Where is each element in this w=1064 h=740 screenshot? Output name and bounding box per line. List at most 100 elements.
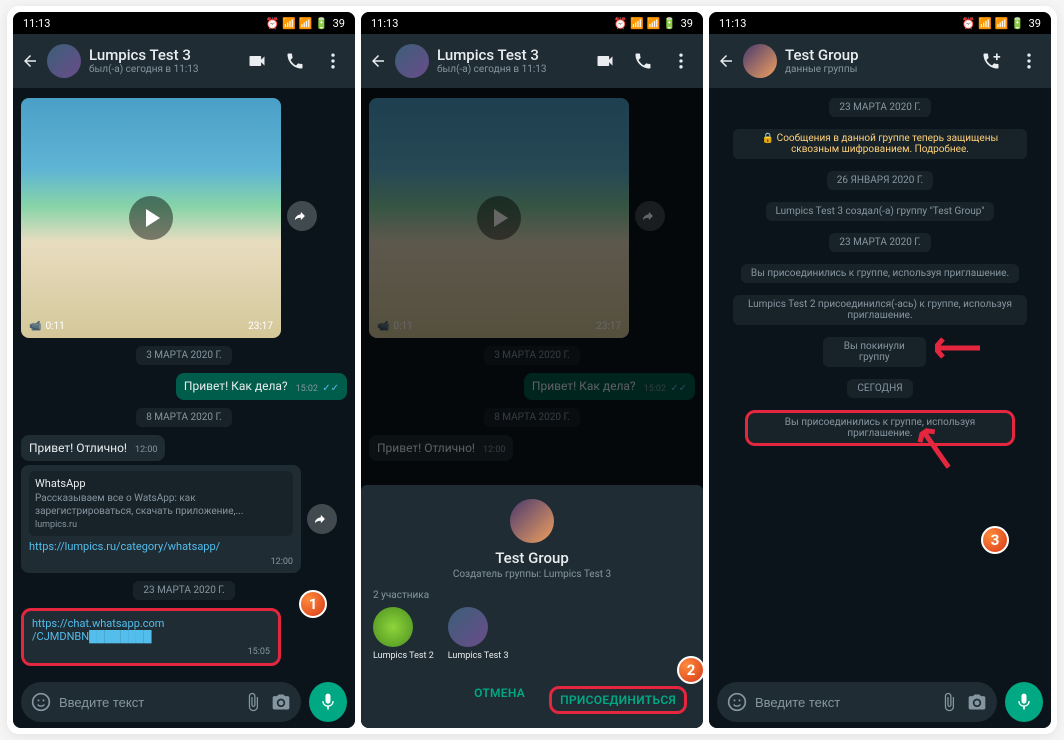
emoji-icon[interactable] — [31, 692, 51, 712]
invite-link-message[interactable]: https://chat.whatsapp.com/CJMDNBN███████… — [21, 608, 281, 666]
forward-button[interactable] — [307, 504, 337, 534]
cancel-button[interactable]: ОТМЕНА — [474, 686, 525, 714]
date-pill: 23 МАРТА 2020 Г. — [829, 98, 930, 117]
outgoing-message[interactable]: Привет! Как дела? 15:02 ✓✓ — [176, 373, 347, 400]
join-button[interactable]: ПРИСОЕДИНИТЬСЯ — [549, 686, 687, 714]
chat-title-area[interactable]: Test Group данные группы — [785, 46, 973, 76]
message-input[interactable] — [59, 695, 235, 710]
status-icons: ⏰ 📶 📶 🔋39 — [614, 17, 693, 30]
system-message-joined: Вы присоединились к группе, используя пр… — [745, 410, 1015, 446]
date-pill: 23 МАРТА 2020 Г. — [829, 233, 930, 252]
voice-call-icon[interactable] — [633, 51, 653, 71]
clock: 11:13 — [23, 17, 50, 30]
video-call-icon[interactable] — [247, 51, 267, 71]
date-pill: СЕГОДНЯ — [847, 379, 912, 398]
date-pill: 23 МАРТА 2020 Г. — [133, 581, 234, 600]
input-bar — [709, 676, 1051, 728]
video-duration: 📹 0:11 — [29, 321, 65, 332]
step-marker-3: 3 — [981, 526, 1009, 554]
avatar[interactable] — [47, 44, 81, 78]
system-message: Lumpics Test 3 создал(-а) группу "Test G… — [766, 202, 995, 221]
group-avatar — [510, 499, 554, 543]
group-subtitle: данные группы — [785, 64, 973, 76]
group-name: Test Group — [785, 46, 973, 64]
status-bar: 11:13 ⏰ 📶 📶 🔋39 — [13, 12, 355, 34]
join-group-sheet: Test Group Создатель группы: Lumpics Tes… — [361, 485, 703, 728]
message-input-box[interactable] — [717, 682, 997, 722]
last-seen: был(-а) сегодня в 11:13 — [89, 64, 239, 76]
group-messages: 23 МАРТА 2020 Г. 🔒 Сообщения в данной гр… — [709, 88, 1051, 676]
link-message[interactable]: WhatsApp Рассказываем все о WatsApp: как… — [21, 465, 301, 573]
arrow-indicator — [935, 333, 995, 363]
chat-appbar: Lumpics Test 3 был(-а) сегодня в 11:13 — [361, 34, 703, 88]
participant-list: Lumpics Test 2 Lumpics Test 3 — [373, 607, 691, 662]
date-pill: 8 МАРТА 2020 Г. — [136, 408, 232, 427]
encryption-notice[interactable]: 🔒 Сообщения в данной группе теперь защищ… — [733, 129, 1026, 159]
link-url[interactable]: https://lumpics.ru/category/whatsapp/ — [29, 540, 293, 553]
system-message: Lumpics Test 2 присоединился(-ась) к гру… — [733, 295, 1026, 325]
step-marker-1: 1 — [299, 590, 327, 618]
more-icon[interactable] — [323, 51, 343, 71]
input-bar — [13, 676, 355, 728]
link-preview-title: WhatsApp — [35, 477, 287, 490]
video-message[interactable]: 📹 0:11 23:17 — [21, 98, 281, 338]
chat-title-area[interactable]: Lumpics Test 3 был(-а) сегодня в 11:13 — [437, 46, 587, 76]
play-icon[interactable] — [129, 196, 173, 240]
chat-name: Lumpics Test 3 — [89, 46, 239, 64]
back-icon[interactable] — [369, 52, 387, 70]
status-bar: 11:13 ⏰ 📶 📶 🔋39 — [709, 12, 1051, 34]
status-icons: ⏰ 📶 📶 🔋39 — [962, 17, 1041, 30]
group-avatar[interactable] — [743, 44, 777, 78]
message-input[interactable] — [755, 695, 931, 710]
mic-button[interactable] — [309, 682, 347, 722]
link-preview-domain: lumpics.ru — [35, 520, 287, 530]
chat-title-area[interactable]: Lumpics Test 3 был(-а) сегодня в 11:13 — [89, 46, 239, 76]
status-icons: ⏰ 📶 📶 🔋39 — [266, 17, 345, 30]
participant-avatar — [448, 607, 488, 647]
phone-screen-3: 11:13 ⏰ 📶 📶 🔋39 Test Group данные группы… — [709, 12, 1051, 728]
forward-button[interactable] — [287, 201, 317, 231]
back-icon[interactable] — [717, 52, 735, 70]
attach-icon[interactable] — [243, 692, 263, 712]
step-marker-2: 2 — [677, 656, 703, 684]
link-preview-desc: Рассказываем все о WatsApp: как зарегист… — [35, 492, 287, 518]
group-name: Test Group — [373, 549, 691, 567]
participant-avatar — [373, 607, 413, 647]
attach-icon[interactable] — [939, 692, 959, 712]
last-seen: был(-а) сегодня в 11:13 — [437, 64, 587, 76]
camera-icon[interactable] — [967, 692, 987, 712]
incoming-message[interactable]: Привет! Отлично!12:00 — [21, 435, 165, 461]
more-icon[interactable] — [1019, 51, 1039, 71]
date-pill: 3 МАРТА 2020 Г. — [136, 346, 232, 365]
system-message-left: Вы покинули группу — [823, 337, 926, 367]
more-icon[interactable] — [671, 51, 691, 71]
group-creator: Создатель группы: Lumpics Test 3 — [373, 569, 691, 580]
tutorial-frame: 11:13 ⏰ 📶 📶 🔋39 Lumpics Test 3 был(-а) с… — [7, 6, 1057, 734]
voice-call-icon[interactable] — [285, 51, 305, 71]
chat-messages: 📹 0:11 23:17 3 МАРТА 2020 Г. Привет! Как… — [361, 88, 703, 728]
clock: 11:13 — [719, 17, 746, 30]
phone-screen-1: 11:13 ⏰ 📶 📶 🔋39 Lumpics Test 3 был(-а) с… — [13, 12, 355, 728]
chat-appbar: Lumpics Test 3 был(-а) сегодня в 11:13 — [13, 34, 355, 88]
message-input-box[interactable] — [21, 682, 301, 722]
back-icon[interactable] — [21, 52, 39, 70]
invite-link[interactable]: https://chat.whatsapp.com/CJMDNBN███████… — [32, 617, 270, 643]
chat-name: Lumpics Test 3 — [437, 46, 587, 64]
participant-count: 2 участника — [373, 590, 691, 601]
date-pill: 26 ЯНВАРЯ 2020 Г. — [827, 171, 933, 190]
clock: 11:13 — [371, 17, 398, 30]
chat-messages: 📹 0:11 23:17 3 МАРТА 2020 Г. Привет! Как… — [13, 88, 355, 676]
camera-icon[interactable] — [271, 692, 291, 712]
add-call-icon[interactable] — [981, 51, 1001, 71]
participant[interactable]: Lumpics Test 3 — [448, 607, 509, 662]
mic-button[interactable] — [1005, 682, 1043, 722]
emoji-icon[interactable] — [727, 692, 747, 712]
participant[interactable]: Lumpics Test 2 — [373, 607, 434, 662]
phone-screen-2: 11:13 ⏰ 📶 📶 🔋39 Lumpics Test 3 был(-а) с… — [361, 12, 703, 728]
video-call-icon[interactable] — [595, 51, 615, 71]
status-bar: 11:13 ⏰ 📶 📶 🔋39 — [361, 12, 703, 34]
avatar[interactable] — [395, 44, 429, 78]
group-appbar: Test Group данные группы — [709, 34, 1051, 88]
system-message: Вы присоединились к группе, используя пр… — [741, 264, 1019, 283]
video-timestamp: 23:17 — [248, 321, 273, 332]
